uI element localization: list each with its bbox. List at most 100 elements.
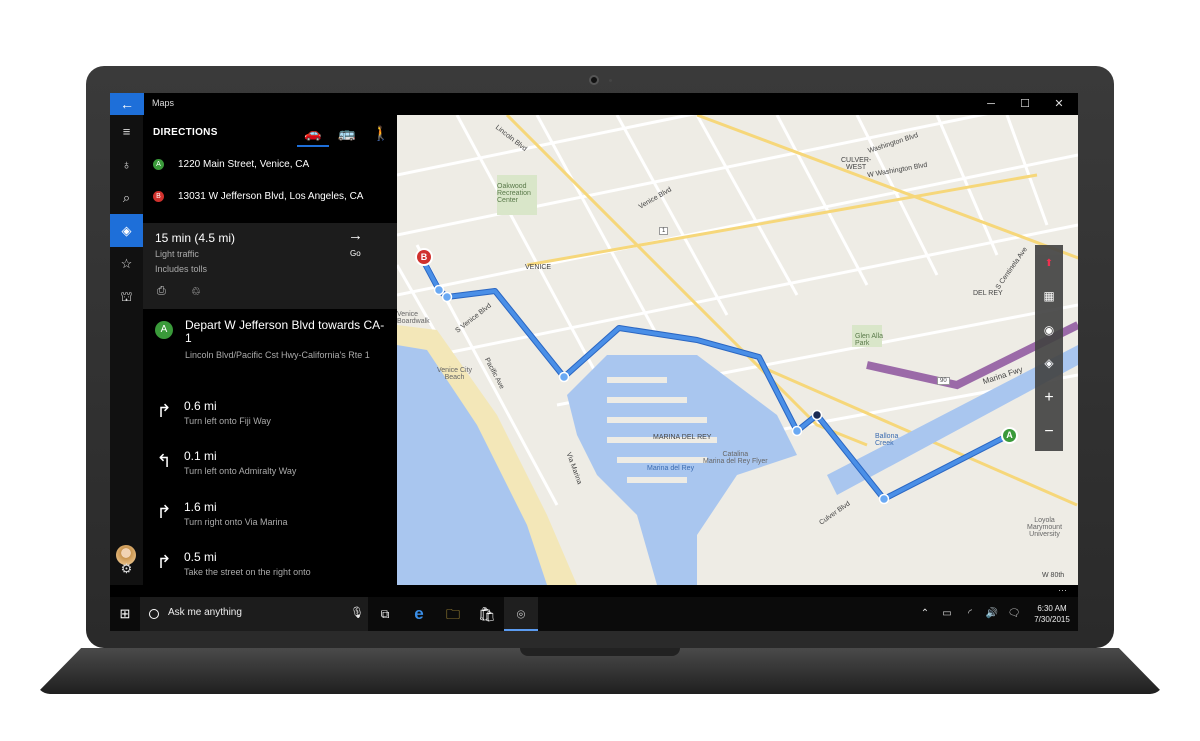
map-controls: ⬆ ▦ ◉ ◈ + − [1035,245,1063,451]
cortana-icon [149,609,159,619]
map-label: Oakwood Recreation Center [497,183,531,204]
from-address: 1220 Main Street, Venice, CA [178,159,310,171]
taskbar: ⊞ Ask me anything 🎙 ⧉ e 🗀 🛍 ⌾ ⌃ ▭ ◜ 🔊 🗨 … [110,597,1078,631]
directions-icon[interactable]: ◈ [110,214,143,247]
map-layers-icon[interactable]: ◈ [1035,347,1063,380]
volume-icon[interactable]: 🔊 [982,597,1002,631]
origin-pin-a[interactable]: A [1001,427,1018,444]
direction-step[interactable]: ↱ 1.6 mi Turn right onto Via Marina [153,500,393,544]
map-label: DEL REY [973,290,1003,297]
current-step-point [811,409,823,421]
map-label: MARINA DEL REY [653,434,712,441]
clock-time: 6:30 AM [1037,604,1067,613]
search-icon[interactable]: ⌕ [110,181,143,214]
maps-app-icon[interactable]: ⌾ [504,597,538,631]
step-distance: 1.6 mi [184,500,217,514]
action-center-icon[interactable]: 🗨 [1004,597,1024,631]
favorites-icon[interactable]: ☆ [110,247,143,280]
depart-road: Lincoln Blvd/Pacific Cst Hwy-California'… [185,350,370,360]
hamburger-menu-icon[interactable]: ≡ [110,115,143,148]
show-hidden-icons-icon[interactable]: ⌃ [916,597,934,631]
back-button[interactable]: ← [110,93,144,115]
microphone-icon[interactable]: 🎙 [350,606,364,619]
route-time: 15 min (4.5 mi) [155,231,236,245]
compass-icon[interactable]: ⬆ [1035,247,1063,280]
step-description: Take the street on the right onto [184,567,311,577]
go-button[interactable]: Go [350,249,361,258]
step-description: Turn left onto Fiji Way [184,416,271,426]
clock[interactable]: 6:30 AM 7/30/2015 [1030,603,1074,625]
step-distance: 0.5 mi [184,550,217,564]
route-90-shield: 90 [937,377,950,385]
collections-icon[interactable]: ⛫ [110,280,143,313]
settings-gear-icon[interactable]: ⚙ [110,552,143,585]
screen: ← Maps ─ ☐ ✕ ≡ ♁ ⌕ ◈ ☆ ⛫ ⚙ DIRECTIONS 🚗 … [110,93,1078,631]
directions-panel: DIRECTIONS 🚗 🚌 🚶 A 1220 Main Street, Veni… [143,115,397,585]
direction-step[interactable]: ↰ 0.1 mi Turn left onto Admiralty Way [153,449,393,493]
tilt-grid-icon[interactable]: ▦ [1035,280,1063,313]
turn-right-icon: ↱ [156,401,172,421]
close-button[interactable]: ✕ [1042,93,1076,115]
zoom-in-button[interactable]: + [1035,381,1063,414]
directions-title: DIRECTIONS [153,127,218,138]
waypoint-to[interactable]: B 13031 W Jefferson Blvd, Los Angeles, CA [153,191,363,202]
clock-date: 7/30/2015 [1034,615,1070,624]
map-label: W 80th [1042,572,1065,579]
store-icon[interactable]: 🛍 [470,597,504,631]
step-distance: 0.1 mi [184,449,217,463]
direction-step[interactable]: ↱ 0.5 mi Take the street on the right on… [153,550,393,585]
turn-right-icon: ↱ [156,502,172,522]
walk-mode-tab-icon[interactable]: 🚶 [365,121,397,147]
maximize-button[interactable]: ☐ [1008,93,1042,115]
nearby-icon[interactable]: ♁ [110,148,143,181]
wifi-icon[interactable]: ◜ [960,597,980,631]
my-location-icon[interactable]: ◉ [1035,314,1063,347]
turn-right-icon: ↱ [156,552,172,572]
title-bar: ← Maps ─ ☐ ✕ [110,93,1078,115]
map-label: CULVER- WEST [841,157,872,171]
pin-a-icon: A [153,159,164,170]
file-explorer-icon[interactable]: 🗀 [436,597,470,631]
step-description: Turn right onto Via Marina [184,517,288,527]
map-label: Venice Boardwalk [397,311,430,325]
map-label: Ballona Creek [875,433,899,447]
pin-b-icon: B [153,191,164,202]
task-view-icon[interactable]: ⧉ [368,597,402,631]
tolls-note: Includes tolls [155,264,208,274]
route-summary[interactable]: 15 min (4.5 mi) Light traffic Includes t… [143,223,397,309]
cortana-search-box[interactable]: Ask me anything 🎙 [140,597,368,631]
traffic-status: Light traffic [155,249,199,259]
app-title: Maps [152,98,175,108]
nav-rail: ≡ ♁ ⌕ ◈ ☆ ⛫ ⚙ [110,115,143,585]
map-label: Catalina Marina del Rey Flyer [703,451,768,465]
destination-pin-b[interactable]: B [415,248,433,266]
battery-icon[interactable]: ▭ [936,597,958,631]
drive-mode-tab-icon[interactable]: 🚗 [297,121,329,147]
share-icon[interactable]: ♲ [191,285,201,298]
webcam [589,75,599,85]
more-options-icon[interactable]: ··· [1058,585,1067,595]
map-label: Venice City Beach [437,367,473,381]
transit-mode-tab-icon[interactable]: 🚌 [331,121,363,147]
start-button-icon[interactable]: ⊞ [110,597,140,631]
pin-a-icon: A [155,321,173,339]
turn-left-icon: ↰ [156,451,172,471]
edge-browser-icon[interactable]: e [402,597,436,631]
step-distance: 0.6 mi [184,399,217,413]
go-arrow-icon[interactable]: → [348,227,363,244]
map-label: Marina del Rey [647,465,695,472]
minimize-button[interactable]: ─ [974,93,1008,115]
waypoint-from[interactable]: A 1220 Main Street, Venice, CA [153,159,309,170]
map-label: VENICE [525,264,552,271]
map-label: Glen Alla Park [855,333,884,347]
map-view[interactable]: Lincoln Blvd Washington Blvd W Washingto… [397,115,1078,585]
depart-instruction: Depart W Jefferson Blvd towards CA-1 [185,318,385,345]
laptop-hinge [520,648,680,656]
to-address: 13031 W Jefferson Blvd, Los Angeles, CA [178,191,364,203]
webcam-led [609,79,612,82]
direction-step[interactable]: ↱ 0.6 mi Turn left onto Fiji Way [153,399,393,443]
step-description: Turn left onto Admiralty Way [184,466,297,476]
zoom-out-button[interactable]: − [1035,415,1063,448]
map-label: Loyola Marymount University [1027,517,1063,538]
print-icon[interactable]: ⎙ [157,285,166,298]
